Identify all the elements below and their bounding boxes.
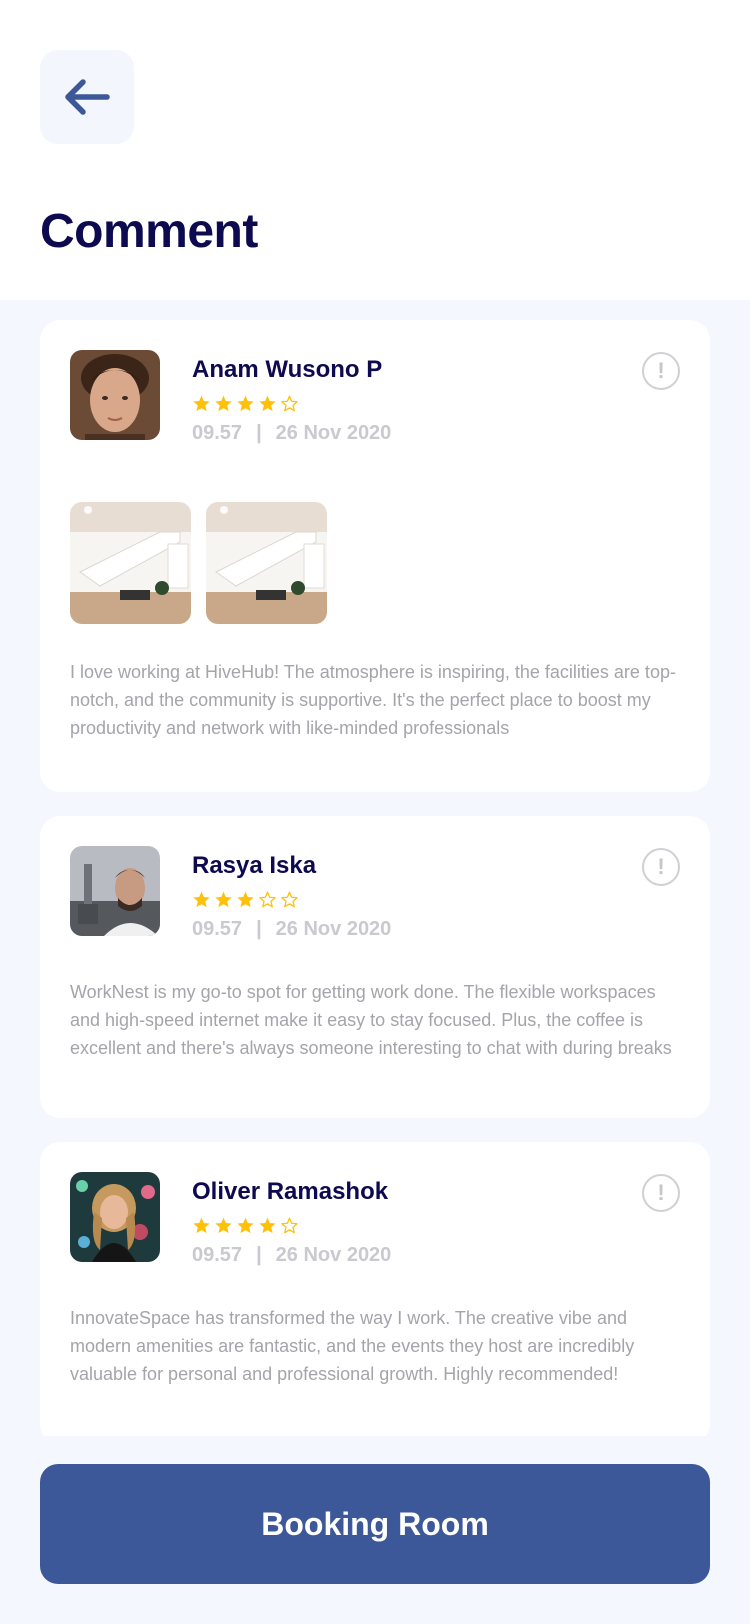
review-meta: 09.57 | 26 Nov 2020 bbox=[192, 422, 391, 445]
avatar bbox=[70, 846, 160, 936]
comment-feed[interactable]: Anam Wusono P 09.57 | 26 Nov 2020 ! I lo… bbox=[0, 300, 750, 1624]
star-filled-icon bbox=[193, 395, 210, 412]
reviewer-name: Rasya Iska bbox=[192, 852, 317, 879]
star-filled-icon bbox=[237, 891, 254, 908]
star-filled-icon bbox=[259, 395, 276, 412]
booking-room-button[interactable]: Booking Room bbox=[40, 1464, 710, 1584]
review-card: Rasya Iska 09.57 | 26 Nov 2020 ! WorkNes… bbox=[40, 816, 710, 1118]
star-outline-icon bbox=[281, 1217, 298, 1234]
avatar bbox=[70, 350, 160, 440]
report-button[interactable]: ! bbox=[642, 1174, 680, 1212]
reviewer-name: Anam Wusono P bbox=[192, 356, 383, 383]
star-filled-icon bbox=[193, 891, 210, 908]
back-button[interactable] bbox=[40, 50, 134, 144]
report-button[interactable]: ! bbox=[642, 352, 680, 390]
report-button[interactable]: ! bbox=[642, 848, 680, 886]
meta-separator: | bbox=[256, 1244, 262, 1266]
star-filled-icon bbox=[215, 891, 232, 908]
meta-separator: | bbox=[256, 918, 262, 940]
exclamation-circle-icon: ! bbox=[657, 854, 665, 879]
star-filled-icon bbox=[193, 1217, 210, 1234]
arrow-left-icon bbox=[65, 79, 110, 115]
exclamation-circle-icon: ! bbox=[657, 1180, 665, 1205]
review-card: Oliver Ramashok 09.57 | 26 Nov 2020 ! In… bbox=[40, 1142, 710, 1444]
star-filled-icon bbox=[259, 1217, 276, 1234]
review-card: Anam Wusono P 09.57 | 26 Nov 2020 ! I lo… bbox=[40, 320, 710, 792]
meta-separator: | bbox=[256, 422, 262, 444]
review-text: InnovateSpace has transformed the way I … bbox=[70, 1308, 635, 1384]
review-date: 26 Nov 2020 bbox=[275, 422, 392, 444]
review-photo-thumbnail[interactable] bbox=[70, 502, 191, 624]
star-filled-icon bbox=[237, 1217, 254, 1234]
review-date: 26 Nov 2020 bbox=[275, 918, 392, 940]
review-text: WorkNest is my go-to spot for getting wo… bbox=[70, 982, 672, 1058]
review-photo-thumbnail[interactable] bbox=[206, 502, 327, 624]
star-outline-icon bbox=[281, 395, 298, 412]
page-title: Comment bbox=[40, 205, 258, 258]
review-meta: 09.57 | 26 Nov 2020 bbox=[192, 918, 391, 941]
star-rating bbox=[192, 890, 299, 909]
header: Comment bbox=[0, 0, 750, 300]
review-time: 09.57 bbox=[192, 422, 243, 444]
star-outline-icon bbox=[281, 891, 298, 908]
star-filled-icon bbox=[237, 395, 254, 412]
reviewer-name: Oliver Ramashok bbox=[192, 1178, 389, 1205]
exclamation-circle-icon: ! bbox=[657, 358, 665, 383]
star-outline-icon bbox=[259, 891, 276, 908]
review-text: I love working at HiveHub! The atmospher… bbox=[70, 662, 676, 738]
star-rating bbox=[192, 394, 299, 413]
star-filled-icon bbox=[215, 1217, 232, 1234]
review-meta: 09.57 | 26 Nov 2020 bbox=[192, 1244, 391, 1267]
star-rating bbox=[192, 1216, 299, 1235]
review-time: 09.57 bbox=[192, 918, 243, 940]
review-time: 09.57 bbox=[192, 1244, 243, 1266]
review-date: 26 Nov 2020 bbox=[275, 1244, 392, 1266]
star-filled-icon bbox=[215, 395, 232, 412]
review-photos bbox=[70, 502, 327, 624]
avatar bbox=[70, 1172, 160, 1262]
